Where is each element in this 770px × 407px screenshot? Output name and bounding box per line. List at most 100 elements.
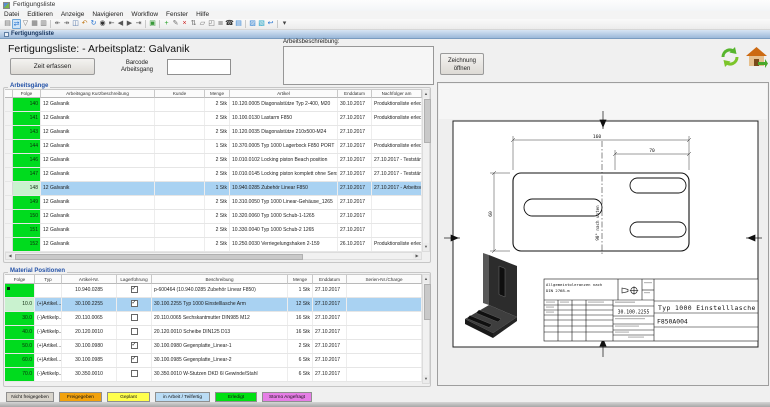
print-icon[interactable]: ▤ — [3, 19, 12, 29]
more-icon[interactable]: ▾ — [280, 19, 289, 29]
arbeitsgaenge-hscrollbar[interactable]: ◀ ▶ — [5, 252, 422, 260]
nav-first-icon[interactable]: ⇤ — [107, 19, 116, 29]
menu-item-editieren[interactable]: Editieren — [23, 11, 57, 19]
arbeitsgang-row-149[interactable]: 14912 Galvanik2 Stk10.310.0050 Typ 1000 … — [5, 196, 422, 210]
scroll-right-icon[interactable]: ▶ — [413, 253, 421, 259]
save-icon[interactable]: ◫ — [71, 19, 80, 29]
material-table: FolgeTypArtikel-Nr.LagerführungBeschreib… — [5, 274, 422, 382]
barcode-input[interactable] — [167, 59, 231, 75]
dim-width-text: 160 — [593, 134, 602, 140]
menu-item-navigieren[interactable]: Navigieren — [88, 11, 127, 19]
card-icon[interactable]: ▱ — [198, 19, 207, 29]
grid-large-icon[interactable]: ▥ — [39, 19, 48, 29]
arbeitsgaenge-vscrollbar[interactable]: ▲ ▼ — [422, 89, 430, 252]
window-icon[interactable]: ◰ — [207, 19, 216, 29]
legend-storno-angefragt[interactable]: Storno Angefragt — [262, 392, 312, 402]
lagerfuehrung-checkbox[interactable] — [131, 328, 138, 335]
lagerfuehrung-checkbox[interactable]: ✓ — [131, 286, 138, 293]
toolbar: ▤⇄▽▦▥↞↠◫↶↻◉⇤◀▶⇥▣+✎×⇅▱◰≣☎▤▨▧↩▾ — [0, 19, 770, 30]
scroll-down-icon[interactable]: ▼ — [423, 375, 429, 383]
scroll-thumb[interactable] — [424, 284, 431, 320]
scroll-thumb[interactable] — [424, 99, 431, 143]
lagerfuehrung-checkbox[interactable]: ✓ — [131, 342, 138, 349]
filter-icon[interactable]: ▽ — [21, 19, 30, 29]
last-record-icon[interactable]: ↠ — [62, 19, 71, 29]
phone-icon[interactable]: ☎ — [225, 19, 234, 29]
nav-prev-icon[interactable]: ◀ — [116, 19, 125, 29]
scroll-thumb[interactable] — [15, 254, 303, 260]
scroll-left-icon[interactable]: ◀ — [6, 253, 14, 259]
cell-kurz: 12 Galvanik — [41, 126, 155, 139]
arbeitsgang-row-152[interactable]: 15212 Galvanik2 Stk10.250.0030 Verriegel… — [5, 238, 422, 252]
arbeitsgang-row-148[interactable]: 14812 Galvanik1 Stk10.940.0285 Zubehör L… — [5, 182, 422, 196]
menu-item-fenster[interactable]: Fenster — [162, 11, 192, 19]
add-icon[interactable]: + — [162, 19, 171, 29]
list-icon[interactable]: ≣ — [216, 19, 225, 29]
titleblock-drawing-no: F850A004 — [657, 318, 688, 326]
menu-item-anzeige[interactable]: Anzeige — [57, 11, 89, 19]
copy-page-icon[interactable]: ▨ — [248, 19, 257, 29]
cell-kurz: 12 Galvanik — [41, 224, 155, 237]
lagerfuehrung-checkbox[interactable]: ✓ — [131, 356, 138, 363]
tab-fertigungsliste[interactable]: Fertigungsliste — [4, 31, 54, 38]
menu-item-workflow[interactable]: Workflow — [127, 11, 162, 19]
lagerfuehrung-checkbox[interactable] — [131, 314, 138, 321]
lagerfuehrung-checkbox[interactable]: ✓ — [131, 300, 138, 307]
material-row-10.0[interactable]: 10.0(+)Artikel...30.100.2255✓30.100.2255… — [5, 298, 422, 312]
scroll-down-icon[interactable]: ▼ — [423, 243, 429, 251]
arbeitsbeschreibung-textarea[interactable] — [283, 46, 434, 85]
revert-icon[interactable]: ↩ — [266, 19, 275, 29]
nav-last-icon[interactable]: ⇥ — [134, 19, 143, 29]
legend-in-arbeit-teilfertig[interactable]: in Arbeit / Teilfertig — [155, 392, 210, 402]
zeit-erfassen-button[interactable]: Zeit erfassen — [10, 58, 95, 75]
lagerfuehrung-checkbox[interactable] — [131, 370, 138, 377]
search-icon[interactable]: ◉ — [98, 19, 107, 29]
cell-artikel: 10.120.0005 Diagonalstütze Typ 2-400, M2… — [230, 98, 338, 111]
arbeitsgang-row-147[interactable]: 14712 Galvanik2 Stk10.010.0145 Locking p… — [5, 168, 422, 182]
cell-kurz: 12 Galvanik — [41, 196, 155, 209]
first-record-icon[interactable]: ↞ — [53, 19, 62, 29]
arbeitsgang-row-140[interactable]: 14012 Galvanik2 Stk10.120.0005 Diagonals… — [5, 98, 422, 112]
nav-next-icon[interactable]: ▶ — [125, 19, 134, 29]
material-row-60.0[interactable]: 60.0(+)Artikel...30.100.0985✓30.100.0985… — [5, 354, 422, 368]
scroll-up-icon[interactable]: ▲ — [423, 275, 429, 283]
material-vscrollbar[interactable]: ▲ ▼ — [422, 274, 430, 384]
arbeitsgang-row-146[interactable]: 14612 Galvanik2 Stk10.010.0102 Locking p… — [5, 154, 422, 168]
legend-geplant[interactable]: Geplant — [107, 392, 150, 402]
arbeitsgang-row-141[interactable]: 14112 Galvanik2 Stk10.100.0130 Lastarm F… — [5, 112, 422, 126]
image-icon[interactable]: ▣ — [148, 19, 157, 29]
legend-erledigt[interactable]: Erledigt — [215, 392, 257, 402]
undo-icon[interactable]: ↶ — [80, 19, 89, 29]
arbeitsgang-row-144[interactable]: 14412 Galvanik1 Stk10.370.0005 Typ 1000 … — [5, 140, 422, 154]
report-icon[interactable]: ▤ — [234, 19, 243, 29]
cell-serien — [347, 340, 422, 353]
material-row-current[interactable]: 10.940.0285✓p-600464 (10.940.0285 Zubehö… — [5, 284, 422, 298]
tolerances-line2: DIN 2768-m — [546, 288, 570, 293]
home-icon[interactable] — [745, 46, 768, 69]
material-row-40.0[interactable]: 40.0(-)Artikelp...20.120.001020.120.0010… — [5, 326, 422, 340]
menu-bar: DateiEditierenAnzeigeNavigierenWorkflowF… — [0, 11, 770, 19]
menu-item-hilfe[interactable]: Hilfe — [192, 11, 213, 19]
cell-enddatum: 27.10.2017 — [313, 340, 347, 353]
arbeitsgang-row-151[interactable]: 15112 Galvanik2 Stk10.330.0040 Typ 1000 … — [5, 224, 422, 238]
legend-nicht-freigegeben[interactable]: Nicht freigegeben — [6, 392, 54, 402]
edit-icon[interactable]: ✎ — [171, 19, 180, 29]
sort-icon[interactable]: ⇅ — [189, 19, 198, 29]
scroll-up-icon[interactable]: ▲ — [423, 90, 429, 98]
refresh-view-icon[interactable]: ⇄ — [12, 19, 21, 29]
zeichnung-oeffnen-button[interactable]: Zeichnung öffnen — [440, 53, 484, 75]
refresh-icon[interactable] — [719, 46, 741, 68]
cell-enddatum: 27.10.2017 — [313, 284, 347, 297]
material-row-30.0[interactable]: 30.0(-)Artikelp...20.110.006520.110.0065… — [5, 312, 422, 326]
legend-freigegeben[interactable]: Freigegeben — [59, 392, 102, 402]
grid-icon[interactable]: ▦ — [30, 19, 39, 29]
redo-icon[interactable]: ↻ — [89, 19, 98, 29]
title-bar: Fertigungsliste — [0, 0, 770, 11]
material-row-70.0[interactable]: 70.0(-)Artikelp...30.350.001030.350.0010… — [5, 368, 422, 382]
material-row-50.0[interactable]: 50.0(+)Artikel...30.100.0980✓30.100.0980… — [5, 340, 422, 354]
delete-icon[interactable]: × — [180, 19, 189, 29]
paste-page-icon[interactable]: ▧ — [257, 19, 266, 29]
arbeitsgang-row-150[interactable]: 15012 Galvanik2 Stk10.320.0060 Typ 1000 … — [5, 210, 422, 224]
arbeitsgang-row-143[interactable]: 14312 Galvanik2 Stk10.120.0035 Diagonals… — [5, 126, 422, 140]
menu-item-datei[interactable]: Datei — [0, 11, 23, 19]
